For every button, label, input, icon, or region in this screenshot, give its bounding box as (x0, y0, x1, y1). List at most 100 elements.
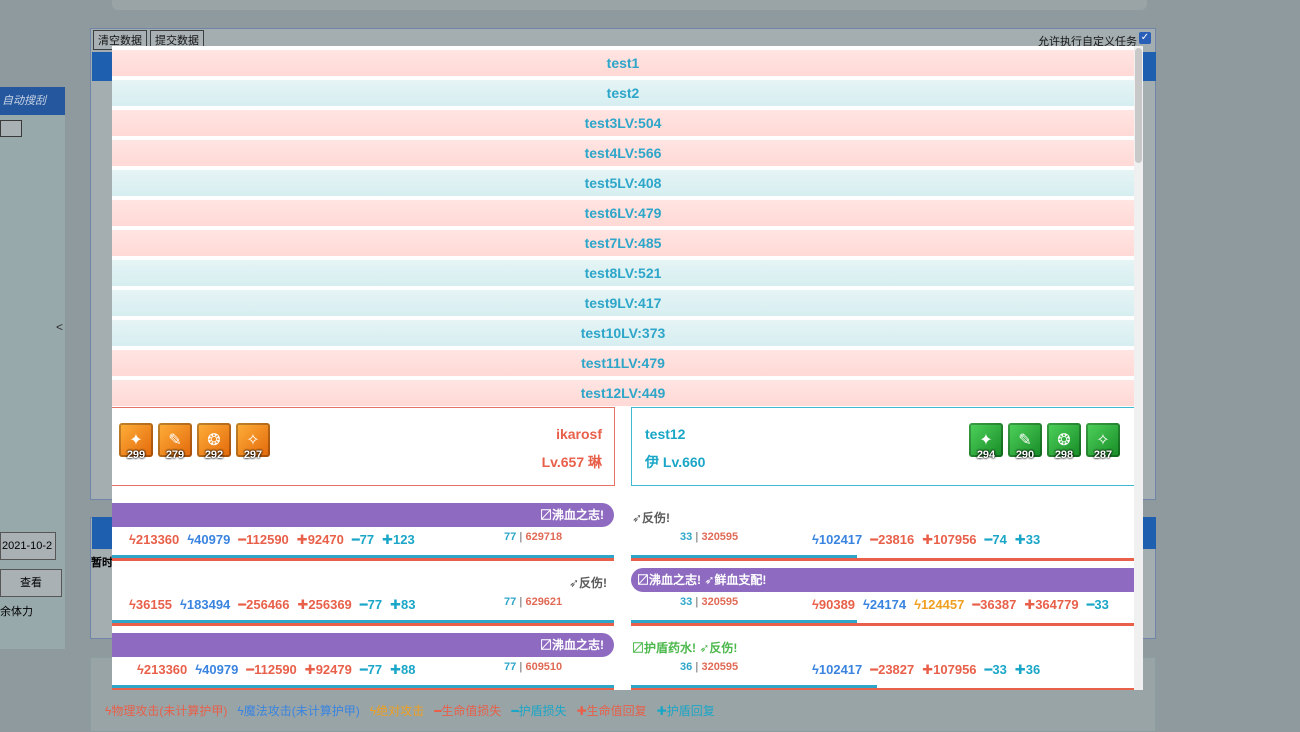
skill-level: 279 (165, 449, 185, 461)
skill-level: 287 (1093, 449, 1113, 461)
player-level-right: 伊 Lv.660 (645, 454, 706, 470)
skill-icon: ✦ 299 (119, 423, 153, 461)
stat-value: ✚83 (390, 597, 416, 612)
skill-icon: ✎ 290 (1008, 423, 1042, 461)
shield-value: 33 (680, 596, 693, 608)
skill-level: 297 (243, 449, 263, 461)
battle-round: 〼沸血之志! ϟ213360 ϟ40979 ━112590 ✚92479 ━77 ✚88 77… (112, 633, 1143, 690)
user-list-item[interactable]: test6LV:479 (112, 200, 1134, 226)
skill-banner-left: 〼沸血之志! (112, 503, 614, 527)
auto-search-header: 自动搜刮 (0, 87, 65, 115)
skill-icon: ✦ 294 (969, 423, 1003, 461)
shield-value: 77 (504, 531, 517, 543)
stat-value: ✚364779 (1024, 597, 1079, 612)
user-list-item[interactable]: test11LV:479 (112, 350, 1134, 376)
health-bar-right (631, 688, 1135, 690)
stat-value: ϟ24174 (863, 597, 907, 612)
battle-modal: test1 test2 test3LV:504 test4LV:566 test5LV:… (112, 46, 1143, 690)
stats-right: ϟ90389 ϟ24174 ϟ124457 ━36387 ✚364779 ━33 (812, 597, 1117, 613)
legend-label: 绝对攻击 (376, 704, 425, 718)
legend-label: 护盾损失 (518, 704, 567, 718)
stats-left: ϟ213360 ϟ40979 ━112590 ✚92470 ━77 ✚123 (129, 532, 423, 548)
stat-value: ✚107956 (922, 532, 977, 547)
user-list-item[interactable]: test7LV:485 (112, 230, 1134, 256)
user-list-item[interactable]: test5LV:408 (112, 170, 1134, 196)
legend-item: ϟ绝对攻击 (370, 702, 424, 719)
user-list-item[interactable]: test8LV:521 (112, 260, 1134, 286)
user-list-item[interactable]: test12LV:449 (112, 380, 1134, 406)
skill-banner-left: 〼沸血之志! (112, 633, 614, 657)
left-small-input[interactable] (0, 120, 22, 137)
stat-value: ━77 (351, 532, 375, 547)
health-bar-left (112, 558, 614, 561)
stat-value: ϟ40979 (187, 532, 231, 547)
modal-scrollbar-thumb[interactable] (1135, 48, 1142, 163)
user-list-item[interactable]: test10LV:373 (112, 320, 1134, 346)
stat-value: ϟ102417 (812, 532, 863, 547)
skill-level: 290 (1015, 449, 1035, 461)
skill-icon: ❂ 292 (197, 423, 231, 461)
player-name-right: test12 (645, 426, 686, 442)
skill-list-right: ✦ 294 ✎ 290 ❂ 298 ✧ 287 (969, 423, 1120, 461)
health-bar-right (631, 558, 1135, 561)
view-button[interactable]: 查看 (0, 569, 62, 597)
stat-value: ϟ36155 (129, 597, 173, 612)
effect-tag-left: ➶反伤! (568, 576, 607, 590)
damage-legend: ϟ物理攻击(未计算护甲) ϟ魔法攻击(未计算护甲) ϟ绝对攻击 ━ 生命值损失 ━护盾损失… (105, 702, 715, 719)
stat-value: ━77 (359, 662, 383, 677)
legend-item: ϟ物理攻击(未计算护甲) (105, 702, 227, 719)
stat-value: ━23827 (870, 662, 915, 677)
hp-left: 77 | 629621 (504, 596, 562, 608)
shield-value: 36 (680, 661, 693, 673)
stat-value: ━36387 (972, 597, 1017, 612)
legend-label: 生命值损失 (441, 704, 502, 718)
legend-item: ϟ魔法攻击(未计算护甲) (237, 702, 359, 719)
legend-item: ━护盾损失 (511, 702, 566, 719)
health-value: 629718 (525, 531, 563, 543)
health-value: 320595 (701, 661, 739, 673)
health-bar-left (112, 623, 614, 626)
health-value: 609510 (525, 661, 563, 673)
hp-right: 33 | 320595 (680, 596, 738, 608)
skill-icon: ❂ 298 (1047, 423, 1081, 461)
user-list-item[interactable]: test9LV:417 (112, 290, 1134, 316)
collapse-chevron-icon[interactable]: < (56, 320, 63, 334)
stat-value: ϟ40979 (195, 662, 239, 677)
stat-value: ✚256369 (297, 597, 352, 612)
stat-value: ϟ183494 (180, 597, 231, 612)
stat-value: ϟ124457 (914, 597, 965, 612)
legend-label: 护盾回复 (666, 704, 715, 718)
shield-value: 33 (680, 531, 693, 543)
date-input[interactable]: 2021-10-2 (0, 532, 56, 560)
user-list-item[interactable]: test2 (112, 80, 1134, 106)
skill-level: 294 (976, 449, 996, 461)
hp-left: 77 | 629718 (504, 531, 562, 543)
custom-task-checkbox[interactable]: ✓ (1139, 32, 1151, 44)
stat-value: ϟ90389 (812, 597, 856, 612)
stat-value: ✚33 (1014, 532, 1041, 547)
user-list-item[interactable]: test4LV:566 (112, 140, 1134, 166)
stat-value: ϟ213360 (129, 532, 180, 547)
shield-value: 77 (504, 661, 517, 673)
remaining-stamina-label: 余体力 (0, 606, 33, 618)
user-list-item[interactable]: test1 (112, 50, 1134, 76)
legend-item: ✚护盾回复 (657, 702, 715, 719)
legend-label: 生命值回复 (586, 704, 647, 718)
user-list-item[interactable]: test3LV:504 (112, 110, 1134, 136)
stat-value: ✚88 (390, 662, 416, 677)
background-mid-label: 暂时 (91, 557, 113, 569)
stat-value: ✚123 (382, 532, 415, 547)
skill-level: 299 (126, 449, 146, 461)
stats-left: ϟ36155 ϟ183494 ━256466 ✚256369 ━77 ✚83 (129, 597, 423, 613)
legend-icon: ✚ (576, 704, 587, 718)
player-name-left: ikarosf (556, 426, 602, 442)
left-sidebar (0, 87, 65, 649)
stat-value: ━77 (359, 597, 383, 612)
stat-value: ✚107956 (922, 662, 977, 677)
health-value: 320595 (701, 531, 739, 543)
battle-round: 〼沸血之志! ϟ213360 ϟ40979 ━112590 ✚92470 ━77 ✚123 7… (112, 503, 1143, 563)
legend-icon: ✚ (656, 704, 667, 718)
skill-icon: ✎ 279 (158, 423, 192, 461)
legend-icon: ━ (511, 704, 519, 718)
stats-right: ϟ102417 ━23816 ✚107956 ━74 ✚33 (812, 532, 1048, 548)
